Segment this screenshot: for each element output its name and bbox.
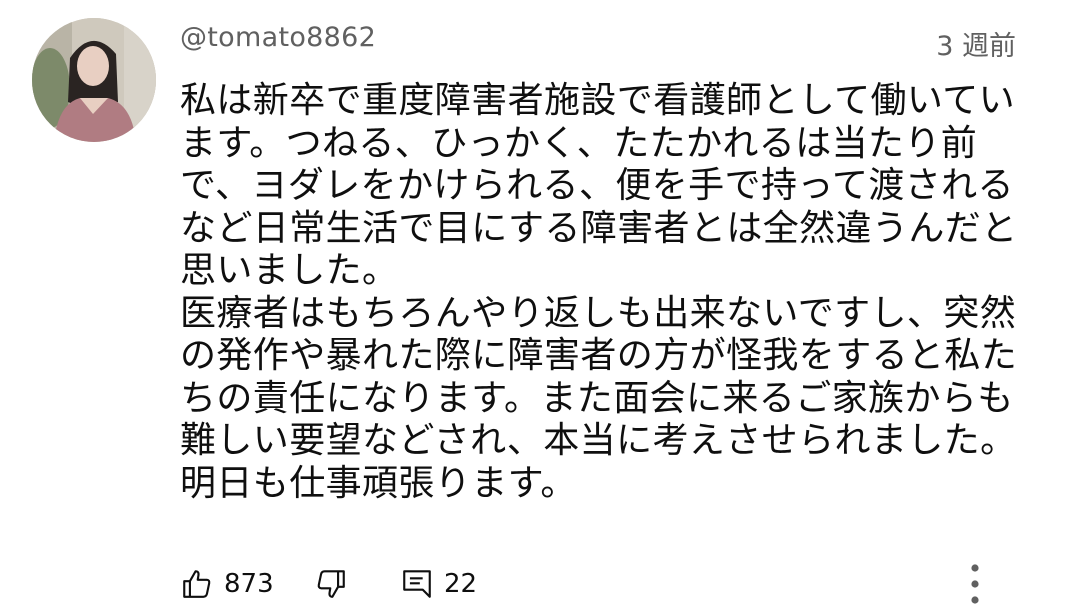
avatar[interactable] [32,18,156,142]
thumbs-up-icon [183,570,211,598]
comment-icon [403,570,431,598]
avatar-image [32,18,156,142]
comment-body: 私は新卒で重度障害者施設で看護師として働いてい ます。つねる、ひっかく、たたかれ… [180,80,1030,505]
comment-line: 医療者はもちろんやり返しも出来ないですし、突然 [180,292,1017,334]
comment-timestamp[interactable]: 3 週前 [936,24,1016,63]
comment-line: で、ヨダレをかけられる、便を手で持って渡される [180,165,1014,206]
comment-item: @tomato8862 3 週前 私は新卒で重度障害者施設で看護師として働いてい… [0,0,1080,610]
comment-line: 私は新卒で重度障害者施設で看護師として働いてい [180,80,1016,121]
comment-line: など日常生活で目にする障害者とは全然違うんだと [180,207,1018,249]
comment-line: 明日も仕事頑張ります。 [180,462,577,504]
more-vertical-icon [971,564,979,604]
like-button[interactable]: 873 [180,560,274,608]
like-count: 873 [224,569,274,599]
comment-line: ちの責任になります。また面会に来るご家族からも [180,377,1014,419]
comment-line: 難しい要望などされ、本当に考えさせられました。 [180,420,1017,461]
comment-actions: 873 22 [180,560,1050,608]
more-options-button[interactable] [960,560,990,608]
dislike-button[interactable] [314,560,348,608]
reply-count: 22 [444,569,478,599]
comment-line: の発作や暴れた際に障害者の方が怪我をすると私た [180,335,1018,376]
comment-author[interactable]: @tomato8862 [180,22,376,53]
comment-line: 思いました。 [180,250,399,291]
thumbs-down-icon [317,570,345,598]
reply-button[interactable]: 22 [400,560,477,608]
comment-line: ます。つねる、ひっかく、たたかれるは当たり前 [180,122,978,164]
